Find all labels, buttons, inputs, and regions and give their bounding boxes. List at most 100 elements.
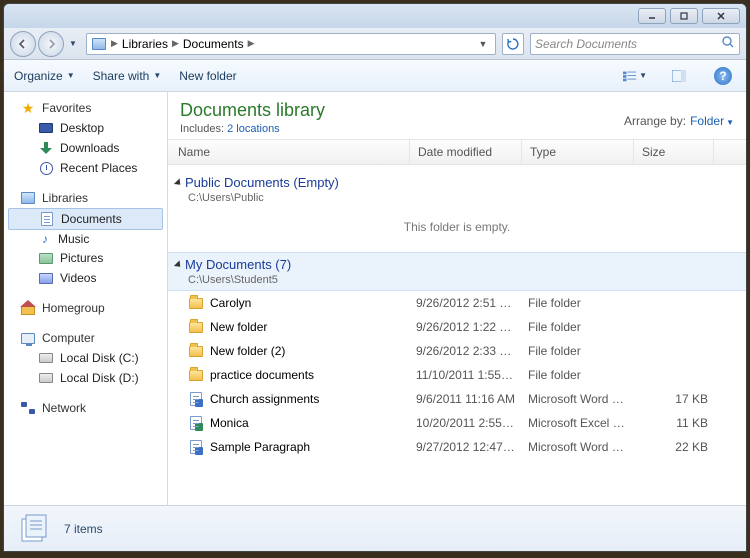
chevron-right-icon: ▶ bbox=[248, 38, 255, 49]
search-input[interactable]: Search Documents bbox=[530, 33, 740, 55]
content-pane: Documents library Includes: 2 locations … bbox=[168, 92, 746, 505]
word-icon bbox=[188, 439, 204, 455]
col-size[interactable]: Size bbox=[634, 140, 714, 164]
share-with-menu[interactable]: Share with▼ bbox=[93, 69, 162, 83]
breadcrumb-libraries[interactable]: Libraries bbox=[122, 37, 168, 51]
sidebar-item-videos[interactable]: Videos bbox=[4, 268, 167, 288]
file-size: 17 KB bbox=[634, 390, 714, 408]
sidebar-network-header[interactable]: Network bbox=[4, 398, 167, 418]
documents-icon bbox=[39, 211, 55, 227]
group-title: My Documents (7) bbox=[185, 257, 291, 272]
file-row[interactable]: Sample Paragraph9/27/2012 12:47 PMMicros… bbox=[168, 435, 746, 459]
new-folder-button[interactable]: New folder bbox=[179, 69, 236, 83]
libraries-icon bbox=[20, 190, 36, 206]
file-row[interactable]: practice documents 11/10/2011 1:55 PMFile… bbox=[168, 363, 746, 387]
library-icon bbox=[91, 36, 107, 52]
star-icon: ★ bbox=[20, 100, 36, 116]
file-size: 22 KB bbox=[634, 438, 714, 456]
file-row[interactable]: Monica 10/20/2011 2:55 PMMicrosoft Excel … bbox=[168, 411, 746, 435]
sidebar-item-local-disk-c[interactable]: Local Disk (C:) bbox=[4, 348, 167, 368]
file-date: 9/26/2012 2:33 PM bbox=[410, 342, 522, 360]
group-title: Public Documents (Empty) bbox=[185, 175, 339, 190]
sidebar-favorites-header[interactable]: ★Favorites bbox=[4, 98, 167, 118]
search-icon bbox=[721, 35, 735, 52]
group-path: C:\Users\Student5 bbox=[168, 274, 746, 290]
file-size bbox=[634, 373, 714, 377]
homegroup-icon bbox=[20, 300, 36, 316]
col-name[interactable]: Name bbox=[168, 140, 410, 164]
nav-bar: ▼ ▶ Libraries ▶ Documents ▶ ▼ Search Doc… bbox=[4, 28, 746, 60]
file-row[interactable]: New folder (2)9/26/2012 2:33 PMFile fold… bbox=[168, 339, 746, 363]
desktop-icon bbox=[38, 120, 54, 136]
folder-icon bbox=[188, 367, 204, 383]
file-date: 11/10/2011 1:55 PM bbox=[410, 366, 522, 384]
chevron-right-icon: ▶ bbox=[111, 38, 118, 49]
folder-icon bbox=[188, 295, 204, 311]
network-icon bbox=[20, 400, 36, 416]
file-list: Public Documents (Empty)C:\Users\PublicT… bbox=[168, 165, 746, 505]
file-size bbox=[634, 301, 714, 305]
address-dropdown[interactable]: ▼ bbox=[475, 39, 491, 49]
sidebar-item-documents[interactable]: Documents bbox=[8, 208, 163, 230]
forward-button[interactable] bbox=[38, 31, 64, 57]
sidebar-homegroup-header[interactable]: Homegroup bbox=[4, 298, 167, 318]
file-type: File folder bbox=[522, 366, 634, 384]
maximize-button[interactable] bbox=[670, 8, 698, 24]
sidebar-libraries-header[interactable]: Libraries bbox=[4, 188, 167, 208]
minimize-button[interactable] bbox=[638, 8, 666, 24]
file-row[interactable]: New folder9/26/2012 1:22 PMFile folder bbox=[168, 315, 746, 339]
explorer-window: ▼ ▶ Libraries ▶ Documents ▶ ▼ Search Doc… bbox=[3, 3, 747, 552]
file-name: Sample Paragraph bbox=[210, 440, 310, 454]
file-date: 9/26/2012 1:22 PM bbox=[410, 318, 522, 336]
organize-menu[interactable]: Organize▼ bbox=[14, 69, 75, 83]
group-header[interactable]: My Documents (7) bbox=[168, 253, 746, 274]
file-size bbox=[634, 349, 714, 353]
file-name: Church assignments bbox=[210, 392, 319, 406]
nav-history-dropdown[interactable]: ▼ bbox=[66, 31, 80, 57]
file-date: 9/26/2012 2:51 PM bbox=[410, 294, 522, 312]
file-type: File folder bbox=[522, 294, 634, 312]
file-type: File folder bbox=[522, 342, 634, 360]
disk-icon bbox=[38, 350, 54, 366]
item-count: 7 items bbox=[64, 522, 103, 536]
sidebar-item-pictures[interactable]: Pictures bbox=[4, 248, 167, 268]
sidebar-item-music[interactable]: ♪Music bbox=[4, 230, 167, 248]
refresh-button[interactable] bbox=[502, 33, 524, 55]
file-name: Carolyn bbox=[210, 296, 251, 310]
file-row[interactable]: Carolyn 9/26/2012 2:51 PMFile folder bbox=[168, 291, 746, 315]
file-date: 9/6/2011 11:16 AM bbox=[410, 390, 522, 408]
sidebar-item-local-disk-d[interactable]: Local Disk (D:) bbox=[4, 368, 167, 388]
file-date: 10/20/2011 2:55 PM bbox=[410, 414, 522, 432]
help-button[interactable]: ? bbox=[710, 65, 736, 87]
group-header[interactable]: Public Documents (Empty) bbox=[168, 171, 746, 192]
group-path: C:\Users\Public bbox=[168, 192, 746, 208]
breadcrumb-documents[interactable]: Documents bbox=[183, 37, 244, 51]
videos-icon bbox=[38, 270, 54, 286]
folder-icon bbox=[188, 319, 204, 335]
file-name: New folder bbox=[210, 320, 267, 334]
file-type: Microsoft Excel W... bbox=[522, 414, 634, 432]
col-date[interactable]: Date modified bbox=[410, 140, 522, 164]
column-headers: Name Date modified Type Size bbox=[168, 139, 746, 165]
sidebar-item-downloads[interactable]: Downloads bbox=[4, 138, 167, 158]
music-icon: ♪ bbox=[38, 232, 52, 246]
file-type: Microsoft Word D... bbox=[522, 390, 634, 408]
sidebar-item-recent-places[interactable]: Recent Places bbox=[4, 158, 167, 178]
sidebar-computer-header[interactable]: Computer bbox=[4, 328, 167, 348]
preview-pane-button[interactable] bbox=[666, 65, 692, 87]
arrange-by-dropdown[interactable]: Folder▼ bbox=[690, 114, 734, 128]
navigation-pane: ★Favorites Desktop Downloads Recent Plac… bbox=[4, 92, 168, 505]
includes-locations-link[interactable]: 2 locations bbox=[227, 123, 280, 135]
file-type: Microsoft Word 9... bbox=[522, 438, 634, 456]
back-button[interactable] bbox=[10, 31, 36, 57]
file-size bbox=[634, 325, 714, 329]
view-options-button[interactable]: ▼ bbox=[622, 65, 648, 87]
file-name: practice documents bbox=[210, 368, 314, 382]
col-type[interactable]: Type bbox=[522, 140, 634, 164]
address-bar[interactable]: ▶ Libraries ▶ Documents ▶ ▼ bbox=[86, 33, 496, 55]
file-name: Monica bbox=[210, 416, 249, 430]
word-icon bbox=[188, 391, 204, 407]
close-button[interactable] bbox=[702, 8, 740, 24]
sidebar-item-desktop[interactable]: Desktop bbox=[4, 118, 167, 138]
file-row[interactable]: Church assignments 9/6/2011 11:16 AMMicro… bbox=[168, 387, 746, 411]
